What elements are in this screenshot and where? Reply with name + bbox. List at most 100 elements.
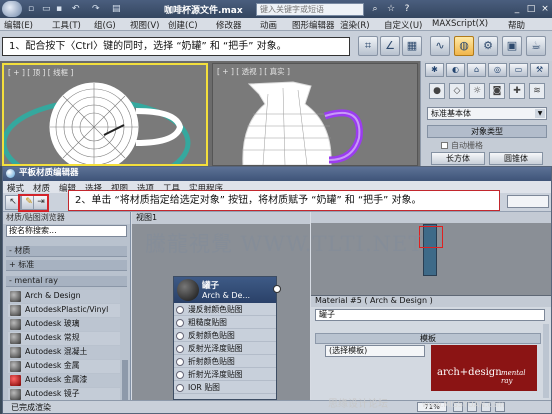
hierarchy-tab-icon[interactable]: ⌂ — [467, 63, 486, 77]
list-item[interactable]: Autodesk 常规 — [8, 332, 120, 345]
map-slot[interactable]: IOR 贴图 — [174, 382, 276, 394]
map-slot[interactable]: 折射光泽度贴图 — [174, 369, 276, 381]
material-sphere-icon — [10, 333, 21, 344]
redo-icon[interactable]: ↷ — [92, 4, 100, 14]
menu-rendering[interactable]: 渲染(R) — [340, 19, 370, 31]
help-icon[interactable]: ? — [400, 2, 414, 16]
menu-modifiers[interactable]: 修改器 — [216, 19, 242, 31]
command-panel: ✱ ◐ ⌂ ◎ ▭ ⚒ ● ◇ ☼ ◙ ✚ ≋ 标准基本体 ▼ 对象类型 自动栅… — [420, 61, 552, 166]
material-name-field[interactable]: 罐子 — [315, 309, 545, 321]
angle-snap-icon[interactable]: ∠ — [380, 36, 400, 56]
project-folder-icon[interactable]: ▤ — [112, 4, 121, 14]
map-slot-label: IOR 贴图 — [188, 383, 220, 392]
group-standard[interactable]: + 标准 — [6, 260, 127, 271]
display-tab-icon[interactable]: ▭ — [509, 63, 528, 77]
render-production-icon[interactable]: ☕ — [526, 36, 546, 56]
viewport-top-label[interactable]: [ + ] [ 顶 ] [ 线框 ] — [8, 67, 73, 78]
templates-rollout[interactable]: 模板 — [315, 333, 541, 344]
viewport-top[interactable]: [ + ] [ 顶 ] [ 线框 ] — [2, 63, 208, 166]
list-item-label: Autodesk 玻璃 — [25, 319, 80, 328]
communication-icon[interactable]: ☆ — [384, 2, 398, 16]
menu-help[interactable]: 帮助 — [508, 19, 525, 31]
menu-animation[interactable]: 动画 — [260, 19, 277, 31]
shapes-icon[interactable]: ◇ — [449, 83, 465, 99]
view-tab[interactable]: 视图1 — [132, 212, 310, 224]
checkbox-icon — [441, 142, 448, 149]
material-editor-icon[interactable]: ◍ — [454, 36, 474, 56]
utilities-tab-icon[interactable]: ⚒ — [530, 63, 549, 77]
browser-search-input[interactable]: 按名称搜索... — [6, 225, 127, 237]
systems-icon[interactable]: ≋ — [529, 83, 545, 99]
lights-icon[interactable]: ☼ — [469, 83, 485, 99]
viewport-perspective-label[interactable]: [ + ] [ 透视 ] [ 真实 ] — [217, 66, 290, 77]
group-mental-ray[interactable]: - mental ray — [6, 276, 127, 287]
material-node-header[interactable]: 罐子 Arch & De... — [174, 277, 276, 303]
new-file-icon[interactable]: ▫ — [28, 4, 34, 14]
app-menu-icon[interactable] — [2, 1, 22, 17]
node-view-area[interactable]: 视图1 罐子 Arch & De... 漫反射颜色贴图 粗糙度贴图 反射颜色贴图… — [132, 212, 310, 400]
menu-tools[interactable]: 工具(T) — [52, 19, 81, 31]
list-item[interactable]: Autodesk 金属 — [8, 360, 120, 373]
box-button[interactable]: 长方体 — [431, 152, 485, 165]
output-socket[interactable] — [273, 285, 281, 293]
object-type-rollout[interactable]: 对象类型 — [427, 125, 547, 138]
list-item-label: Autodesk 金属 — [25, 361, 80, 370]
list-item-label: Autodesk 金属漆 — [25, 375, 88, 384]
parameter-scrollbar[interactable] — [543, 324, 549, 398]
max-menubar: 编辑(E) 工具(T) 组(G) 视图(V) 创建(C) 修改器 动画 图形编辑… — [0, 18, 552, 31]
watermark-bottom: 思缘设计论坛 — [328, 399, 388, 410]
menu-customize[interactable]: 自定义(U) — [384, 19, 422, 31]
view-selector-dropdown[interactable] — [507, 195, 549, 208]
map-slot[interactable]: 折射颜色贴图 — [174, 356, 276, 368]
material-preview-icon — [177, 279, 199, 301]
browser-scrollbar[interactable] — [122, 360, 128, 400]
menu-graph-editors[interactable]: 图形编辑器 — [292, 19, 335, 31]
geometry-icon[interactable]: ● — [429, 83, 445, 99]
list-item[interactable]: Autodesk 混凝土 — [8, 346, 120, 359]
map-slot[interactable]: 漫反射颜色贴图 — [174, 304, 276, 316]
list-item[interactable]: Autodesk 玻璃 — [8, 318, 120, 331]
named-selection-icon[interactable]: ▦ — [402, 36, 422, 56]
material-node[interactable]: 罐子 Arch & De... 漫反射颜色贴图 粗糙度贴图 反射颜色贴图 反射光… — [173, 276, 281, 400]
menu-maxscript[interactable]: MAXScript(X) — [432, 19, 488, 29]
rendered-frame-icon[interactable]: ▣ — [502, 36, 522, 56]
save-file-icon[interactable]: ▪ — [56, 4, 62, 14]
navigator-panel[interactable] — [311, 212, 551, 296]
minimize-icon[interactable]: _ — [510, 2, 524, 16]
map-slot[interactable]: 粗糙度贴图 — [174, 317, 276, 329]
menu-create[interactable]: 创建(C) — [168, 19, 198, 31]
undo-icon[interactable]: ↶ — [72, 4, 80, 14]
motion-tab-icon[interactable]: ◎ — [488, 63, 507, 77]
maximize-icon[interactable]: □ — [524, 2, 538, 16]
snap-toggle-icon[interactable]: ⌗ — [358, 36, 378, 56]
map-slot-label: 折射光泽度贴图 — [188, 370, 243, 379]
helpers-icon[interactable]: ✚ — [509, 83, 525, 99]
search-input[interactable]: 键入关键字或短语 — [256, 3, 364, 16]
map-slot[interactable]: 反射颜色贴图 — [174, 330, 276, 342]
input-socket-icon — [176, 332, 184, 340]
modify-tab-icon[interactable]: ◐ — [446, 63, 465, 77]
list-item[interactable]: Autodesk 金属漆 — [8, 374, 120, 387]
list-item[interactable]: Arch & Design — [8, 290, 120, 303]
curve-editor-icon[interactable]: ∿ — [430, 36, 450, 56]
cone-button[interactable]: 圆锥体 — [489, 152, 543, 165]
autogrid-checkbox[interactable]: 自动栅格 — [441, 140, 483, 151]
material-editor-logo-icon — [6, 169, 15, 178]
template-select[interactable]: (选择模板) — [325, 345, 425, 357]
viewport-perspective[interactable]: [ + ] [ 透视 ] [ 真实 ] — [212, 63, 418, 166]
map-slot[interactable]: 反射光泽度贴图 — [174, 343, 276, 355]
navigator-view-rect[interactable] — [419, 226, 443, 248]
render-setup-icon[interactable]: ⚙ — [478, 36, 498, 56]
search-icon[interactable]: ⌕ — [368, 2, 382, 16]
create-tab-icon[interactable]: ✱ — [425, 63, 444, 77]
list-item[interactable]: AutodeskPlastic/Vinyl — [8, 304, 120, 317]
close-icon[interactable]: × — [538, 2, 552, 16]
viewport-area: [ + ] [ 顶 ] [ 线框 ] [ + ] [ 透视] [真实] — [0, 61, 420, 166]
menu-edit[interactable]: 编辑(E) — [4, 19, 33, 31]
primitive-type-dropdown[interactable]: 标准基本体 ▼ — [427, 107, 547, 120]
open-file-icon[interactable]: ▭ — [42, 4, 51, 14]
menu-group[interactable]: 组(G) — [94, 19, 116, 31]
menu-views[interactable]: 视图(V) — [130, 19, 159, 31]
group-materials[interactable]: - 材质 — [6, 246, 127, 257]
cameras-icon[interactable]: ◙ — [489, 83, 505, 99]
